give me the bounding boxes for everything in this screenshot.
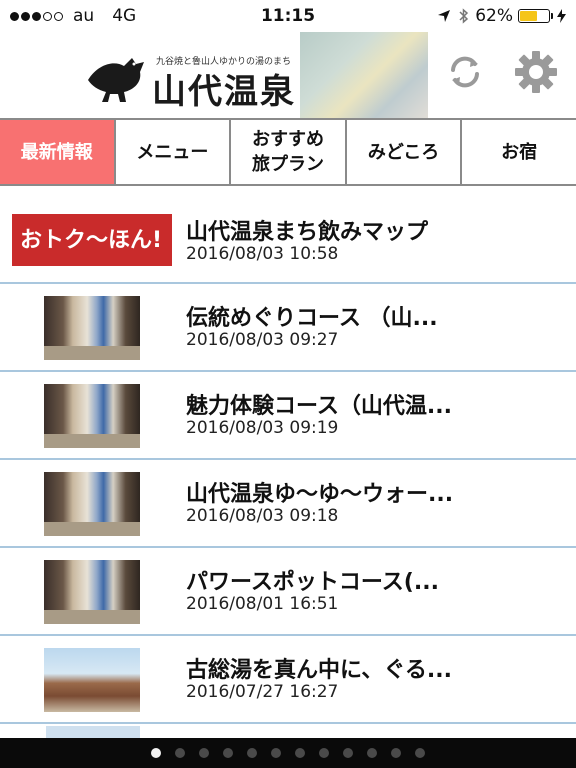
tab-label: メニュー <box>136 141 209 163</box>
page-dot[interactable] <box>391 748 401 758</box>
app-header: 九谷焼と魯山人ゆかりの湯のまち 山代温泉 <box>0 32 576 118</box>
refresh-icon <box>445 52 485 96</box>
item-date: 2016/07/27 16:27 <box>186 682 339 702</box>
item-date: 2016/08/03 09:19 <box>186 418 339 438</box>
list-item[interactable]: 古総湯を真ん中に、ぐる... 2016/07/27 16:27 <box>0 636 576 724</box>
location-arrow-icon <box>437 9 451 23</box>
tab-bar: 最新情報 メニュー おすすめ 旅プラン みどころ お宿 <box>0 118 576 186</box>
item-thumbnail <box>44 296 140 360</box>
page-dot[interactable] <box>199 748 209 758</box>
item-title: パワースポットコース(... <box>186 570 439 595</box>
thumbnail-text: おトク〜ほん! <box>20 228 163 253</box>
next-item-thumbnail-peek <box>46 726 140 738</box>
list-item[interactable]: パワースポットコース(... 2016/08/01 16:51 <box>0 548 576 636</box>
status-bar: au 4G 11:15 62% <box>0 0 576 32</box>
tab-label: 最新情報 <box>20 141 93 163</box>
page-dot[interactable] <box>367 748 377 758</box>
item-date: 2016/08/03 10:58 <box>186 244 339 264</box>
settings-button[interactable] <box>513 49 559 99</box>
item-thumbnail: おトク〜ほん! <box>12 214 172 266</box>
battery-tip <box>551 13 553 19</box>
news-list: おトク〜ほん! 山代温泉まち飲みマップ 2016/08/03 10:58 伝統め… <box>0 198 576 724</box>
page-dot[interactable] <box>175 748 185 758</box>
item-title: 伝統めぐりコース （山... <box>186 306 438 331</box>
item-thumbnail <box>44 472 140 536</box>
item-date: 2016/08/01 16:51 <box>186 594 339 614</box>
tab-label: お宿 <box>501 141 538 163</box>
page-indicator[interactable] <box>0 738 576 768</box>
item-thumbnail <box>44 384 140 448</box>
charging-bolt-icon <box>557 9 566 23</box>
tab-label: おすすめ 旅プラン <box>251 129 324 175</box>
item-date: 2016/08/03 09:27 <box>186 330 339 350</box>
page-dot[interactable] <box>223 748 233 758</box>
refresh-button[interactable] <box>443 52 487 96</box>
item-date: 2016/08/03 09:18 <box>186 506 339 526</box>
page-dot[interactable] <box>343 748 353 758</box>
item-thumbnail <box>44 560 140 624</box>
list-item[interactable]: おトク〜ほん! 山代温泉まち飲みマップ 2016/08/03 10:58 <box>0 198 576 284</box>
battery-icon <box>518 9 550 23</box>
list-item[interactable]: 魅力体験コース（山代温... 2016/08/03 09:19 <box>0 372 576 460</box>
page-dot[interactable] <box>319 748 329 758</box>
banner-photo <box>300 32 428 118</box>
tab-latest-news[interactable]: 最新情報 <box>0 120 116 184</box>
page-dot[interactable] <box>247 748 257 758</box>
list-item[interactable]: 山代温泉ゆ〜ゆ〜ウォー... 2016/08/03 09:18 <box>0 460 576 548</box>
page-dot[interactable] <box>415 748 425 758</box>
logo-banner[interactable]: 九谷焼と魯山人ゆかりの湯のまち 山代温泉 <box>74 32 428 118</box>
gear-icon <box>513 49 559 99</box>
item-title: 山代温泉ゆ〜ゆ〜ウォー... <box>186 482 454 507</box>
item-title: 魅力体験コース（山代温... <box>186 394 452 419</box>
battery-percent: 62% <box>475 6 513 26</box>
tab-recommended-plans[interactable]: おすすめ 旅プラン <box>231 120 347 184</box>
tab-sights[interactable]: みどころ <box>346 120 463 184</box>
tab-lodging[interactable]: お宿 <box>462 120 576 184</box>
battery-fill <box>520 11 537 21</box>
item-title: 山代温泉まち飲みマップ <box>186 220 429 245</box>
item-thumbnail <box>44 648 140 712</box>
bluetooth-icon <box>459 8 469 24</box>
logo-text: 山代温泉 <box>152 72 296 112</box>
tab-menu[interactable]: メニュー <box>115 120 232 184</box>
list-item[interactable]: 伝統めぐりコース （山... 2016/08/03 09:27 <box>0 284 576 372</box>
page-dot[interactable] <box>151 748 161 758</box>
page-dot[interactable] <box>295 748 305 758</box>
crow-logo-icon <box>84 50 150 108</box>
page-dot[interactable] <box>271 748 281 758</box>
item-title: 古総湯を真ん中に、ぐる... <box>186 658 452 683</box>
tab-label: みどころ <box>367 141 440 163</box>
status-right: 62% <box>437 6 566 26</box>
